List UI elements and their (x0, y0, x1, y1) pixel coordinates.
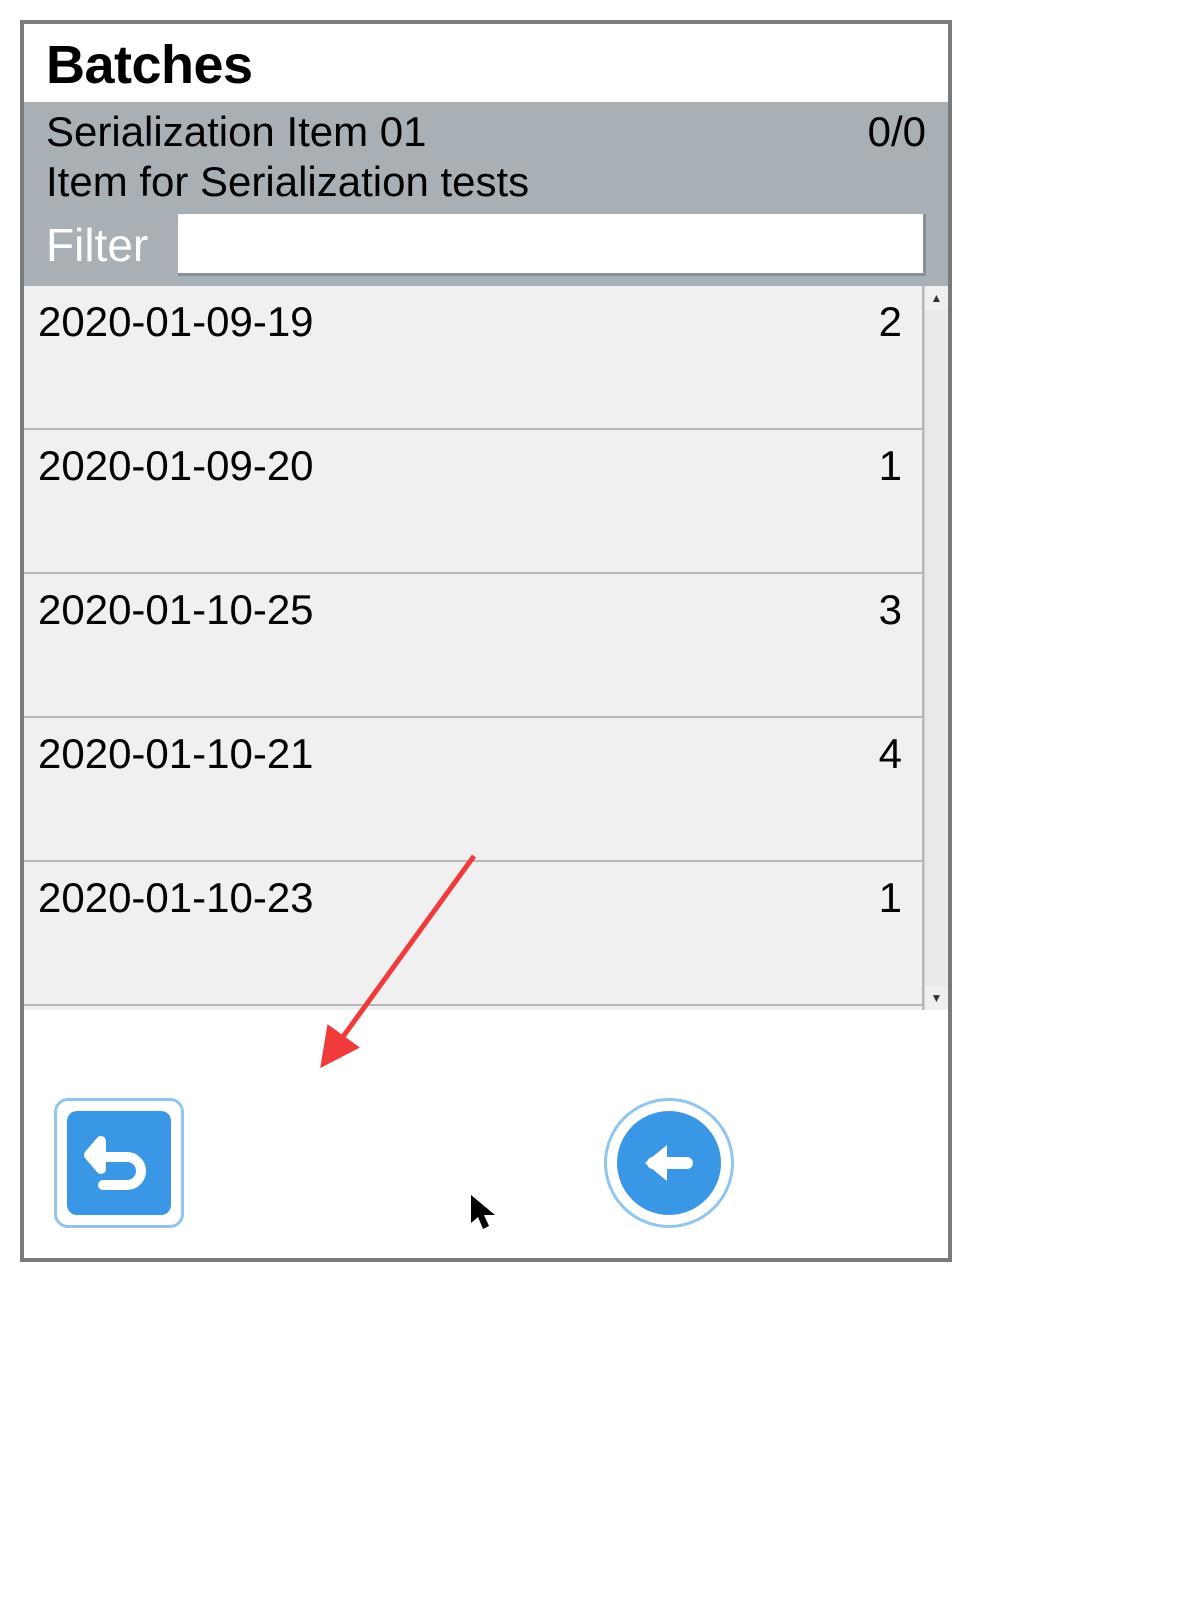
batch-qty: 4 (879, 730, 902, 778)
item-name: Serialization Item 01 (46, 108, 427, 156)
batch-label: 2020-01-10-23 (38, 874, 314, 922)
list-item[interactable]: 2020-01-10-23 1 (24, 862, 922, 1006)
batch-qty: 1 (879, 874, 902, 922)
scrollbar[interactable]: ▲ ▼ (924, 286, 948, 1010)
scroll-up-icon[interactable]: ▲ (925, 286, 948, 310)
list-item[interactable]: 2020-01-09-20 1 (24, 430, 922, 574)
list-item[interactable]: 2020-01-10-25 3 (24, 574, 922, 718)
back-button[interactable] (604, 1098, 734, 1228)
item-count: 0/0 (868, 108, 926, 156)
title-bar: Batches (24, 24, 948, 102)
page-title: Batches (46, 34, 930, 96)
batch-list-container: 2020-01-09-19 2 2020-01-09-20 1 2020-01-… (24, 286, 948, 1010)
undo-icon (67, 1111, 171, 1215)
arrow-left-icon (617, 1111, 721, 1215)
info-bar: Serialization Item 01 0/0 Item for Seria… (24, 102, 948, 286)
scroll-down-icon[interactable]: ▼ (925, 986, 948, 1010)
batch-list: 2020-01-09-19 2 2020-01-09-20 1 2020-01-… (24, 286, 924, 1010)
list-item[interactable]: 2020-01-09-19 2 (24, 286, 922, 430)
batch-label: 2020-01-09-20 (38, 442, 314, 490)
batch-qty: 1 (879, 442, 902, 490)
batch-qty: 3 (879, 586, 902, 634)
scroll-track[interactable] (925, 310, 948, 986)
batches-screen: Batches Serialization Item 01 0/0 Item f… (20, 20, 952, 1262)
item-description: Item for Serialization tests (46, 158, 926, 206)
batch-label: 2020-01-10-21 (38, 730, 314, 778)
batch-qty: 2 (879, 298, 902, 346)
batch-label: 2020-01-09-19 (38, 298, 314, 346)
filter-label: Filter (46, 218, 148, 272)
list-item[interactable]: 2020-01-10-21 4 (24, 718, 922, 862)
undo-button[interactable] (54, 1098, 184, 1228)
cursor-icon (469, 1193, 499, 1233)
batch-label: 2020-01-10-25 (38, 586, 314, 634)
filter-input[interactable] (178, 214, 926, 276)
footer-toolbar (24, 1068, 948, 1258)
